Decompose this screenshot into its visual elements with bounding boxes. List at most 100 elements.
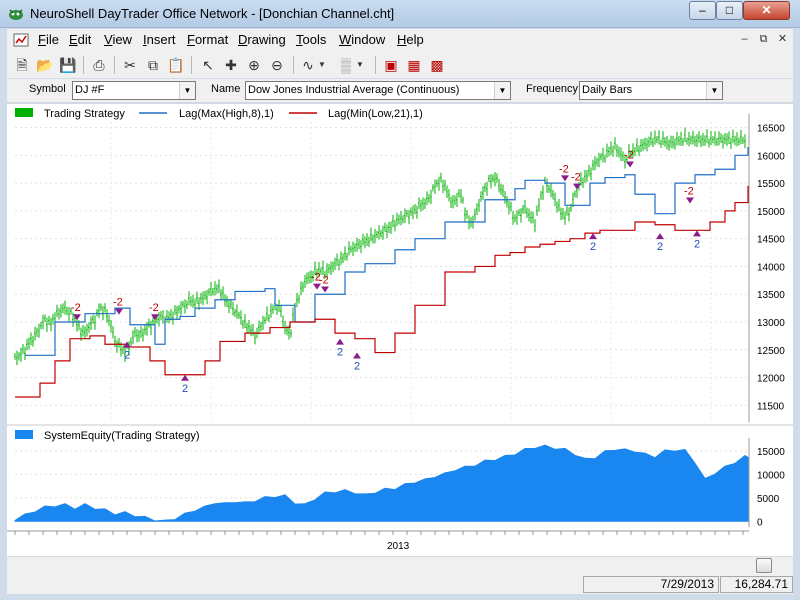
pointer-icon[interactable]: ↖ [198,55,218,75]
menu-view[interactable]: View [104,32,132,47]
menu-format[interactable]: Format [187,32,228,47]
paste-icon[interactable]: 📋 [166,55,186,75]
sell-signal-label: -2 [113,297,123,309]
buy-marker [589,233,597,240]
equity-pane: 0 5000 10000 15000 [14,438,785,528]
symbol-label: Symbol [29,83,66,95]
sell-signal-label: -2 [559,163,569,175]
buy-signal-label: 2 [590,241,596,253]
sell-marker [573,183,581,190]
menu-tools[interactable]: Tools [296,32,326,47]
frequency-value: Daily Bars [582,84,633,96]
chevron-down-icon[interactable]: ▼ [179,82,195,99]
sell-marker [626,161,634,168]
sell-marker [151,314,159,321]
buy-marker [336,338,344,345]
copy-icon[interactable]: ⧉ [143,55,163,75]
symbol-combo[interactable]: DJ #F ▼ [72,81,196,100]
y-tick-label: 14000 [757,262,785,273]
menu-insert[interactable]: Insert [143,32,176,47]
buy-marker [693,230,701,237]
y-tick-label: 12500 [757,346,785,357]
x-axis: 2013 [7,530,749,552]
x-axis-label: 2013 [387,541,410,552]
window-title: NeuroShell DayTrader Office Network - [D… [30,6,395,21]
zoom-out-icon[interactable]: ⊖ [267,55,287,75]
legend-system-equity: SystemEquity(Trading Strategy) [44,430,199,442]
title-bar[interactable]: NeuroShell DayTrader Office Network - [D… [0,0,800,28]
legend-upper-channel: Lag(Max(High,8),1) [179,108,274,120]
close-button[interactable]: ✕ [743,1,790,20]
sell-marker [686,197,694,204]
sell-marker [561,175,569,182]
equity-area [14,444,749,522]
sell-marker [73,314,81,321]
menu-drawing[interactable]: Drawing [238,32,286,47]
minimize-button[interactable]: – [689,1,716,20]
y-tick-label: 14500 [757,235,785,246]
sell-signal-label: -2 [571,172,581,184]
chevron-down-icon[interactable]: ▼ [706,82,722,99]
pattern-icon[interactable]: ▒ [336,55,356,75]
open-icon[interactable]: 📂 [35,55,55,75]
chevron-down-icon[interactable]: ▼ [494,82,510,99]
chart-wizard-icon[interactable]: ▦ [404,55,424,75]
chart-window[interactable]: Trading Strategy Lag(Max(High,8),1) Lag(… [7,104,793,556]
symbol-value: DJ #F [75,84,105,96]
document-icon[interactable] [13,32,29,48]
frequency-combo[interactable]: Daily Bars ▼ [579,81,723,100]
buy-signal-label: 2 [124,349,130,361]
legend-swatch-system-equity [15,430,33,439]
price-pane: 11500 12000 12500 13000 13500 14000 14500 15000… [14,114,785,422]
chart-canvas[interactable]: Trading Strategy Lag(Max(High,8),1) Lag(… [7,104,793,556]
maximize-button[interactable]: □ [716,1,743,20]
status-bar: 7/29/2013 16,284.71 [7,574,793,594]
trade-icon[interactable]: ▩ [427,55,447,75]
status-value: 16,284.71 [720,576,793,593]
mdi-restore-button[interactable]: ⧉ [755,32,772,47]
buy-signal-label: 2 [182,383,188,395]
symbol-bar: Symbol DJ #F ▼ Name Dow Jones Industrial… [7,79,793,103]
sell-marker [115,308,123,315]
status-date: 7/29/2013 [583,576,719,593]
toolbar-separator [83,56,84,74]
lower-channel-line [15,185,749,398]
menu-window[interactable]: Window [339,32,385,47]
y-tick-label: 15000 [757,447,785,458]
y-tick-label: 13000 [757,318,785,329]
legend-trading-strategy: Trading Strategy [44,108,125,120]
name-value: Dow Jones Industrial Average (Continuous… [248,84,460,96]
save-icon[interactable]: 💾 [58,55,78,75]
cut-icon[interactable]: ✂ [120,55,140,75]
chart-window-icon[interactable]: ▣ [381,55,401,75]
toolbar-separator [114,56,115,74]
sell-signal-label: -2 [71,302,81,314]
menu-file[interactable]: File [38,32,59,47]
y-tick-label: 5000 [757,494,780,505]
chevron-down-icon[interactable]: ▼ [354,55,366,75]
sell-signal-label: -2 [319,274,329,286]
chevron-down-icon[interactable]: ▼ [316,55,328,75]
toolbar: 🗎 📂 💾 ⎙ ✂ ⧉ 📋 ↖ ✚ ⊕ ⊖ ∿ ▼ ▒ ▼ ▣ ▦ ▩ [7,51,793,78]
new-icon[interactable]: 🗎 [12,55,32,75]
menu-help[interactable]: Help [397,32,424,47]
y-tick-label: 13500 [757,290,785,301]
buy-signal-label: 2 [337,347,343,359]
y-tick-label: 16500 [757,124,785,135]
print-icon[interactable]: ⎙ [89,55,109,75]
name-label: Name [211,83,241,95]
scrollbar-thumb[interactable] [756,558,772,573]
mdi-minimize-button[interactable]: – [736,32,753,47]
y-tick-label: 12000 [757,374,785,385]
app-icon [9,9,23,20]
mdi-close-button[interactable]: ✕ [774,32,791,47]
horizontal-scrollbar[interactable] [7,556,793,574]
buy-signal-label: 2 [657,241,663,253]
upper-channel-line [25,147,749,356]
crosshair-icon[interactable]: ✚ [221,55,241,75]
menu-edit[interactable]: Edit [69,32,91,47]
sell-signal-label: -2 [624,149,634,161]
line-tool-icon[interactable]: ∿ [298,55,318,75]
zoom-in-icon[interactable]: ⊕ [244,55,264,75]
name-combo[interactable]: Dow Jones Industrial Average (Continuous… [245,81,511,100]
